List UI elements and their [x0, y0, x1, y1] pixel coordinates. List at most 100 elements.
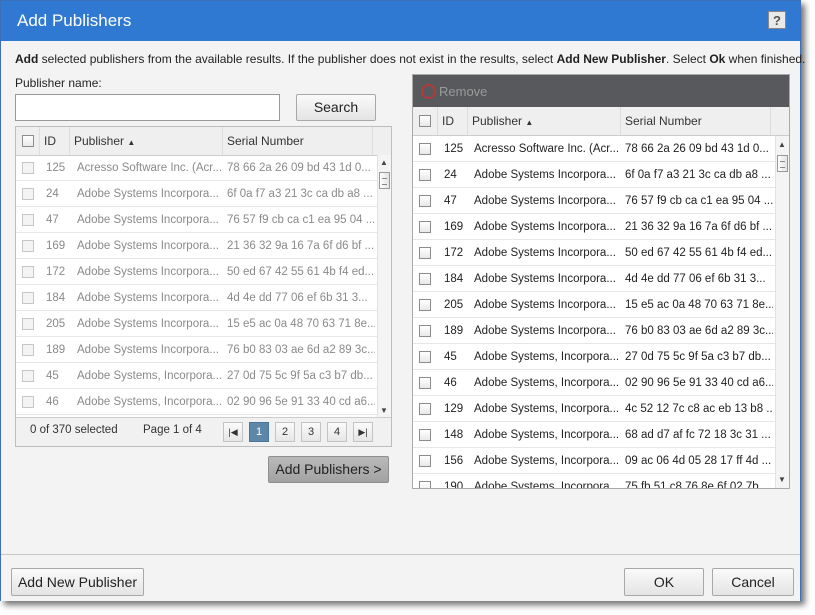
search-button[interactable]: Search: [296, 94, 376, 121]
cancel-button[interactable]: Cancel: [712, 568, 794, 596]
table-row[interactable]: 148 Adobe Systems, Incorpora... 68 ad d7 a…: [413, 422, 789, 448]
row-checkbox[interactable]: [22, 214, 34, 226]
last-page-button[interactable]: ▶|: [353, 422, 373, 442]
instructions-text: Add selected publishers from the availab…: [15, 52, 805, 66]
row-id-cell: 46: [46, 396, 59, 408]
row-publisher-cell: Adobe Systems, Incorpora...: [474, 351, 620, 363]
table-row[interactable]: 24 Adobe Systems Incorpora... 6f 0a f7 a3 …: [413, 162, 789, 188]
row-checkbox[interactable]: [419, 403, 431, 415]
row-checkbox[interactable]: [419, 143, 431, 155]
left-grid-scrollbar[interactable]: ▲ ▼: [377, 155, 391, 418]
row-checkbox[interactable]: [419, 429, 431, 441]
table-row[interactable]: 125 Acresso Software Inc. (Acr... 78 66 2a…: [413, 136, 789, 162]
row-checkbox[interactable]: [22, 370, 34, 382]
row-checkbox[interactable]: [22, 240, 34, 252]
table-row[interactable]: 129 Adobe Systems, Incorpora... 4c 52 12 7…: [413, 396, 789, 422]
row-checkbox[interactable]: [419, 325, 431, 337]
row-id-cell: 169: [444, 221, 464, 233]
row-publisher-cell: Adobe Systems, Incorpora...: [474, 481, 620, 489]
row-checkbox[interactable]: [22, 318, 34, 330]
table-row[interactable]: 172 Adobe Systems Incorpora... 50 ed 67 42…: [16, 259, 391, 285]
column-header-publisher[interactable]: Publisher ▲: [70, 127, 223, 155]
row-checkbox[interactable]: [22, 266, 34, 278]
row-checkbox[interactable]: [22, 162, 34, 174]
row-checkbox[interactable]: [419, 481, 431, 488]
instr-text-1: selected publishers from the available r…: [38, 52, 557, 66]
selected-publishers-grid: Remove ID Publisher ▲ Serial Number 125 A…: [412, 74, 790, 489]
row-checkbox[interactable]: [419, 195, 431, 207]
table-row[interactable]: 47 Adobe Systems Incorpora... 76 57 f9 cb …: [413, 188, 789, 214]
row-id-cell: 47: [46, 214, 59, 226]
row-id-cell: 125: [444, 143, 464, 155]
table-row[interactable]: 45 Adobe Systems, Incorpora... 27 0d 75 5c…: [413, 344, 789, 370]
page-button-1[interactable]: 1: [249, 422, 269, 442]
row-checkbox[interactable]: [22, 292, 34, 304]
row-checkbox[interactable]: [419, 169, 431, 181]
select-all-checkbox[interactable]: [22, 135, 34, 147]
scroll-down-icon[interactable]: ▼: [380, 406, 388, 415]
table-row[interactable]: 190 Adobe Systems, Incorpora... 75 fb 51 c…: [413, 474, 789, 489]
scroll-thumb[interactable]: [379, 172, 390, 189]
select-all-checkbox[interactable]: [419, 115, 431, 127]
row-checkbox[interactable]: [419, 351, 431, 363]
first-page-button[interactable]: |◀: [223, 422, 243, 442]
row-checkbox[interactable]: [419, 273, 431, 285]
add-new-publisher-button[interactable]: Add New Publisher: [11, 568, 144, 596]
table-row[interactable]: 156 Adobe Systems, Incorpora... 09 ac 06 4…: [413, 448, 789, 474]
right-grid-scrollbar[interactable]: ▲ ▼: [775, 136, 789, 488]
row-checkbox[interactable]: [22, 188, 34, 200]
table-row[interactable]: 125 Acresso Software Inc. (Acr... 78 66 2a…: [16, 155, 391, 181]
table-row[interactable]: 169 Adobe Systems Incorpora... 21 36 32 9a…: [16, 233, 391, 259]
column-header-publisher[interactable]: Publisher ▲: [468, 107, 621, 135]
page-button-3[interactable]: 3: [301, 422, 321, 442]
row-checkbox[interactable]: [419, 247, 431, 259]
column-header-id[interactable]: ID: [40, 127, 70, 155]
row-id-cell: 172: [46, 266, 66, 278]
row-checkbox[interactable]: [419, 455, 431, 467]
table-row[interactable]: 205 Adobe Systems Incorpora... 15 e5 ac 0a…: [16, 311, 391, 337]
table-row[interactable]: 24 Adobe Systems Incorpora... 6f 0a f7 a3 …: [16, 181, 391, 207]
row-publisher-cell: Adobe Systems Incorpora...: [474, 169, 616, 181]
row-checkbox[interactable]: [419, 299, 431, 311]
scroll-up-icon[interactable]: ▲: [778, 140, 786, 149]
row-id-cell: 47: [444, 195, 457, 207]
dialog-title: Add Publishers: [17, 11, 132, 30]
help-icon[interactable]: ?: [768, 11, 786, 29]
row-checkbox[interactable]: [22, 344, 34, 356]
table-row[interactable]: 45 Adobe Systems, Incorpora... 27 0d 75 5c…: [16, 363, 391, 389]
table-row[interactable]: 172 Adobe Systems Incorpora... 50 ed 67 42…: [413, 240, 789, 266]
remove-button[interactable]: Remove: [439, 84, 487, 99]
grid-pager: 0 of 370 selected Page 1 of 4 |◀ 1 2 3 4…: [16, 417, 391, 446]
table-row[interactable]: 46 Adobe Systems, Incorpora... 02 90 96 5e…: [413, 370, 789, 396]
row-id-cell: 189: [444, 325, 464, 337]
row-id-cell: 46: [444, 377, 457, 389]
table-row[interactable]: 47 Adobe Systems Incorpora... 76 57 f9 cb …: [16, 207, 391, 233]
row-checkbox[interactable]: [419, 377, 431, 389]
row-id-cell: 184: [46, 292, 66, 304]
page-button-2[interactable]: 2: [275, 422, 295, 442]
table-row[interactable]: 184 Adobe Systems Incorpora... 4d 4e dd 77…: [413, 266, 789, 292]
table-row[interactable]: 189 Adobe Systems Incorpora... 76 b0 83 03…: [16, 337, 391, 363]
column-header-serial[interactable]: Serial Number: [621, 107, 771, 135]
row-checkbox[interactable]: [22, 396, 34, 408]
add-publishers-button[interactable]: Add Publishers >: [268, 456, 389, 483]
table-row[interactable]: 205 Adobe Systems Incorpora... 15 e5 ac 0a…: [413, 292, 789, 318]
scroll-down-icon[interactable]: ▼: [778, 475, 786, 484]
page-button-4[interactable]: 4: [327, 422, 347, 442]
instr-ok: Ok: [709, 52, 726, 66]
table-row[interactable]: 184 Adobe Systems Incorpora... 4d 4e dd 77…: [16, 285, 391, 311]
row-serial-cell: 02 90 96 5e 91 33 40 cd a6...: [625, 377, 773, 389]
row-serial-cell: 15 e5 ac 0a 48 70 63 71 8e...: [625, 299, 773, 311]
scroll-thumb[interactable]: [777, 155, 788, 172]
row-checkbox[interactable]: [419, 221, 431, 233]
column-header-id[interactable]: ID: [438, 107, 468, 135]
table-row[interactable]: 189 Adobe Systems Incorpora... 76 b0 83 03…: [413, 318, 789, 344]
publisher-name-input[interactable]: [15, 94, 280, 121]
ok-button[interactable]: OK: [624, 568, 704, 596]
table-row[interactable]: 46 Adobe Systems, Incorpora... 02 90 96 5e…: [16, 389, 391, 415]
scroll-up-icon[interactable]: ▲: [380, 158, 388, 167]
column-header-serial[interactable]: Serial Number: [223, 127, 373, 155]
row-publisher-cell: Adobe Systems Incorpora...: [77, 240, 219, 252]
row-publisher-cell: Adobe Systems, Incorpora...: [474, 455, 620, 467]
table-row[interactable]: 169 Adobe Systems Incorpora... 21 36 32 9a…: [413, 214, 789, 240]
